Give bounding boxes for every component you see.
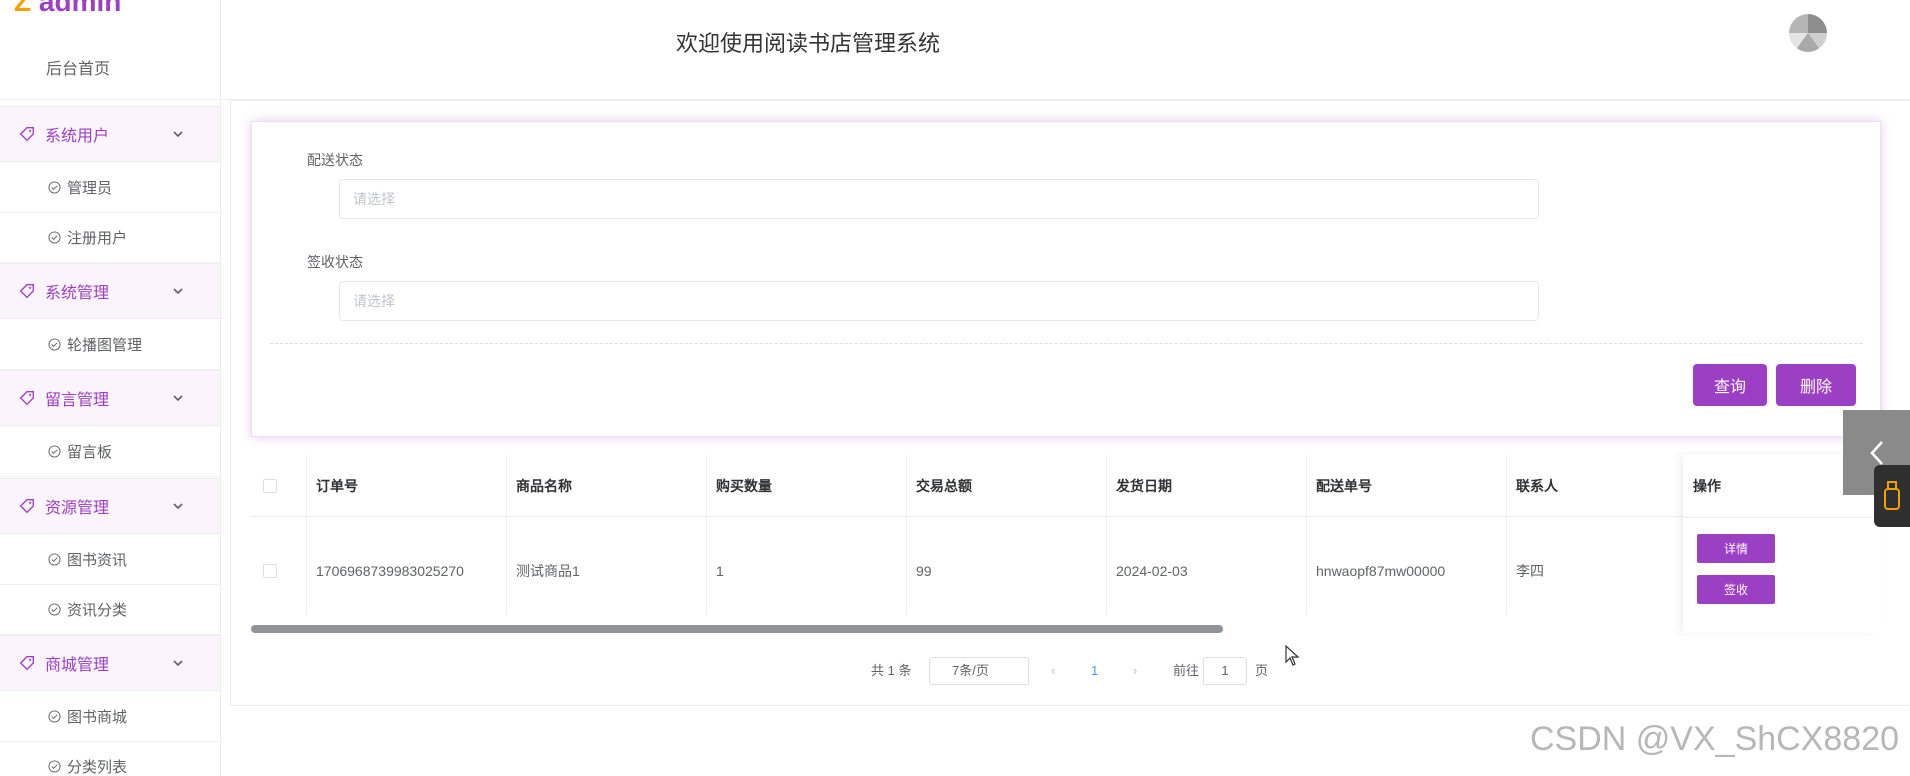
top-header: 欢迎使用阅读书店管理系统 [222, 0, 1910, 100]
receipt-status-label: 签收状态 [307, 254, 363, 270]
circle-check-icon [48, 710, 61, 723]
tag-icon [19, 499, 34, 514]
sidebar-group-mall[interactable]: 商城管理 [0, 635, 220, 691]
prev-page-icon[interactable]: ‹ [1051, 657, 1055, 685]
column-header-product: 商品名称 [516, 478, 572, 494]
sidebar-group-resources[interactable]: 资源管理 [0, 478, 220, 534]
goto-page-input[interactable]: 1 [1203, 657, 1247, 685]
column-separator [506, 455, 507, 615]
chevron-down-icon [173, 395, 183, 402]
circle-check-icon [48, 181, 61, 194]
column-header-actions: 操作 [1693, 478, 1721, 494]
sidebar-item-registered-users[interactable]: 注册用户 [0, 213, 220, 263]
page-suffix-label: 页 [1255, 663, 1269, 678]
circle-check-icon [48, 231, 61, 244]
divider [1683, 517, 1881, 518]
sidebar: Z admin 后台首页 系统用户 管理员 注册用户 系统管理 轮播图管理 留言… [0, 0, 221, 776]
column-header-ship-date: 发货日期 [1116, 478, 1172, 494]
column-separator [1506, 455, 1507, 615]
detail-button[interactable]: 详情 [1697, 534, 1775, 563]
sidebar-item-category-list[interactable]: 分类列表 [0, 742, 220, 776]
chevron-down-icon [173, 660, 183, 667]
circle-check-icon [48, 338, 61, 351]
avatar[interactable] [1789, 14, 1827, 52]
sidebar-item-book-news[interactable]: 图书资讯 [0, 535, 220, 585]
next-page-icon[interactable]: › [1133, 657, 1137, 685]
sign-button[interactable]: 签收 [1697, 575, 1775, 604]
sidebar-group-system-management[interactable]: 系统管理 [0, 263, 220, 319]
sidebar-item-message-board[interactable]: 留言板 [0, 427, 220, 477]
pagination-total: 共 1 条 [871, 663, 912, 678]
orders-table: 订单号 商品名称 购买数量 交易总额 发货日期 配送单号 联系人 1706968… [251, 455, 1881, 633]
column-separator [1306, 455, 1307, 615]
circle-check-icon [48, 445, 61, 458]
usb-icon [1884, 481, 1900, 510]
query-button[interactable]: 查询 [1693, 364, 1767, 406]
select-all-checkbox[interactable] [263, 479, 277, 493]
sidebar-group-messages[interactable]: 留言管理 [0, 370, 220, 426]
delivery-status-label: 配送状态 [307, 152, 363, 168]
circle-check-icon [48, 553, 61, 566]
tag-icon [19, 391, 34, 406]
tag-icon [19, 127, 34, 142]
sidebar-item-home[interactable]: 后台首页 [0, 40, 220, 100]
column-separator [1106, 455, 1107, 615]
cell-order-no: 1706968739983025270 [316, 563, 464, 579]
column-header-total: 交易总额 [916, 478, 972, 494]
tag-icon [19, 656, 34, 671]
cell-product: 测试商品1 [516, 563, 580, 579]
page-number-current[interactable]: 1 [1091, 657, 1098, 685]
column-header-delivery-no: 配送单号 [1316, 478, 1372, 494]
column-header-quantity: 购买数量 [716, 478, 772, 494]
sidebar-group-system-users[interactable]: 系统用户 [0, 106, 220, 162]
main-content: 配送状态 请选择 签收状态 请选择 查询 删除 订单号 商品名称 购买数量 交易… [230, 100, 1910, 706]
column-separator [706, 455, 707, 615]
column-header-contact: 联系人 [1516, 478, 1558, 494]
mouse-cursor-icon [1285, 645, 1300, 666]
drag-handle[interactable] [1874, 465, 1910, 527]
column-separator [306, 455, 307, 615]
chevron-down-icon [173, 503, 183, 510]
sidebar-item-book-mall[interactable]: 图书商城 [0, 692, 220, 742]
page-title: 欢迎使用阅读书店管理系统 [676, 31, 941, 56]
chevron-down-icon [173, 131, 183, 138]
sidebar-item-carousel[interactable]: 轮播图管理 [0, 320, 220, 370]
watermark: CSDN @VX_ShCX8820 [1530, 720, 1900, 758]
column-header-order-no: 订单号 [316, 478, 358, 494]
page-size-select[interactable]: 7条/页 [929, 657, 1029, 685]
search-form: 配送状态 请选择 签收状态 请选择 查询 删除 [251, 121, 1881, 437]
cell-quantity: 1 [716, 563, 724, 579]
circle-check-icon [48, 760, 61, 773]
divider [270, 343, 1862, 344]
cell-ship-date: 2024-02-03 [1116, 563, 1188, 579]
chevron-down-icon [173, 288, 183, 295]
delete-button[interactable]: 删除 [1776, 364, 1856, 406]
cell-total: 99 [916, 563, 932, 579]
row-checkbox[interactable] [263, 564, 277, 578]
app-logo: Z admin [14, 0, 122, 17]
tag-icon [19, 284, 34, 299]
receipt-status-select[interactable]: 请选择 [339, 281, 1539, 321]
cell-contact: 李四 [1516, 563, 1544, 579]
sidebar-item-admins[interactable]: 管理员 [0, 163, 220, 213]
horizontal-scrollbar[interactable] [251, 625, 1223, 633]
goto-label: 前往 [1173, 663, 1200, 678]
circle-check-icon [48, 603, 61, 616]
delivery-status-select[interactable]: 请选择 [339, 179, 1539, 219]
chevron-left-icon [1870, 441, 1883, 465]
sidebar-item-news-category[interactable]: 资讯分类 [0, 585, 220, 635]
table-header [251, 455, 1881, 517]
column-separator [906, 455, 907, 615]
cell-delivery-no: hnwaopf87mw00000 [1316, 563, 1446, 579]
